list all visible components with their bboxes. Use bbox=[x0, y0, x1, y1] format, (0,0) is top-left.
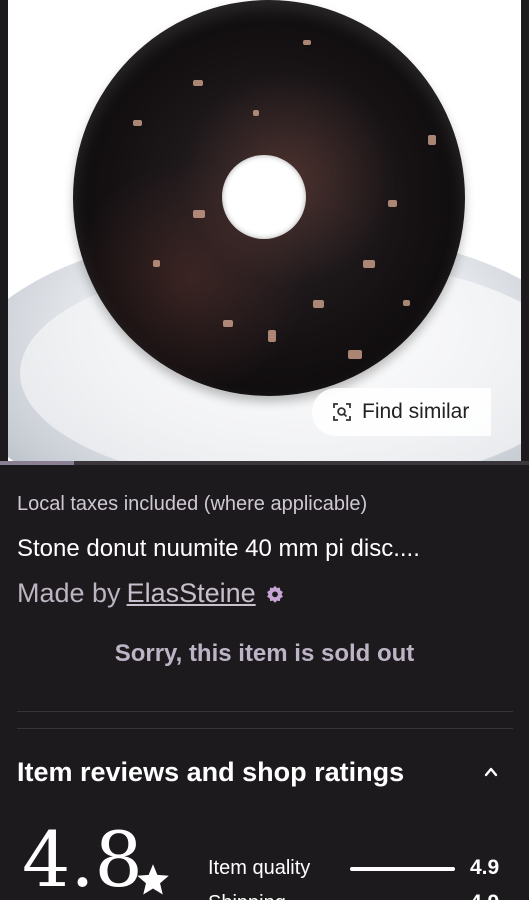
overall-rating-value: 4.8 bbox=[22, 815, 143, 900]
taxes-note: Local taxes included (where applicable) bbox=[17, 493, 368, 515]
find-similar-label: Find similar bbox=[362, 400, 470, 423]
metric-label-shipping: Shipping bbox=[208, 892, 286, 900]
visual-search-icon bbox=[333, 403, 351, 421]
photo-frame-right bbox=[521, 0, 529, 463]
chevron-up-icon[interactable] bbox=[482, 763, 500, 781]
photo-frame-left bbox=[0, 0, 8, 463]
sold-out-message: Sorry, this item is sold out bbox=[114, 640, 415, 667]
star-icon bbox=[137, 864, 169, 895]
carousel-progress-fill bbox=[0, 461, 74, 465]
made-by-prefix: Made by bbox=[17, 578, 121, 608]
divider bbox=[17, 728, 513, 729]
metric-bar-item-quality bbox=[350, 867, 455, 871]
star-seller-badge-icon bbox=[266, 585, 283, 603]
made-by-line: Made by ElasSteine bbox=[17, 578, 284, 609]
donut-hole bbox=[222, 155, 306, 239]
metric-value-shipping: 4.9 bbox=[470, 891, 499, 900]
product-image[interactable]: Find similar bbox=[0, 0, 529, 463]
shop-name-link[interactable]: ElasSteine bbox=[127, 578, 256, 609]
listing-title[interactable]: Stone donut nuumite 40 mm pi disc.... bbox=[17, 535, 517, 563]
metric-value-item-quality: 4.9 bbox=[470, 856, 500, 879]
carousel-progress-track bbox=[0, 461, 529, 465]
metric-label-item-quality: Item quality bbox=[208, 857, 311, 879]
divider bbox=[17, 711, 513, 712]
find-similar-button[interactable]: Find similar bbox=[312, 388, 492, 436]
reviews-section-heading[interactable]: Item reviews and shop ratings bbox=[17, 757, 404, 788]
listing-page: Find similar Local taxes included (where… bbox=[0, 0, 529, 900]
